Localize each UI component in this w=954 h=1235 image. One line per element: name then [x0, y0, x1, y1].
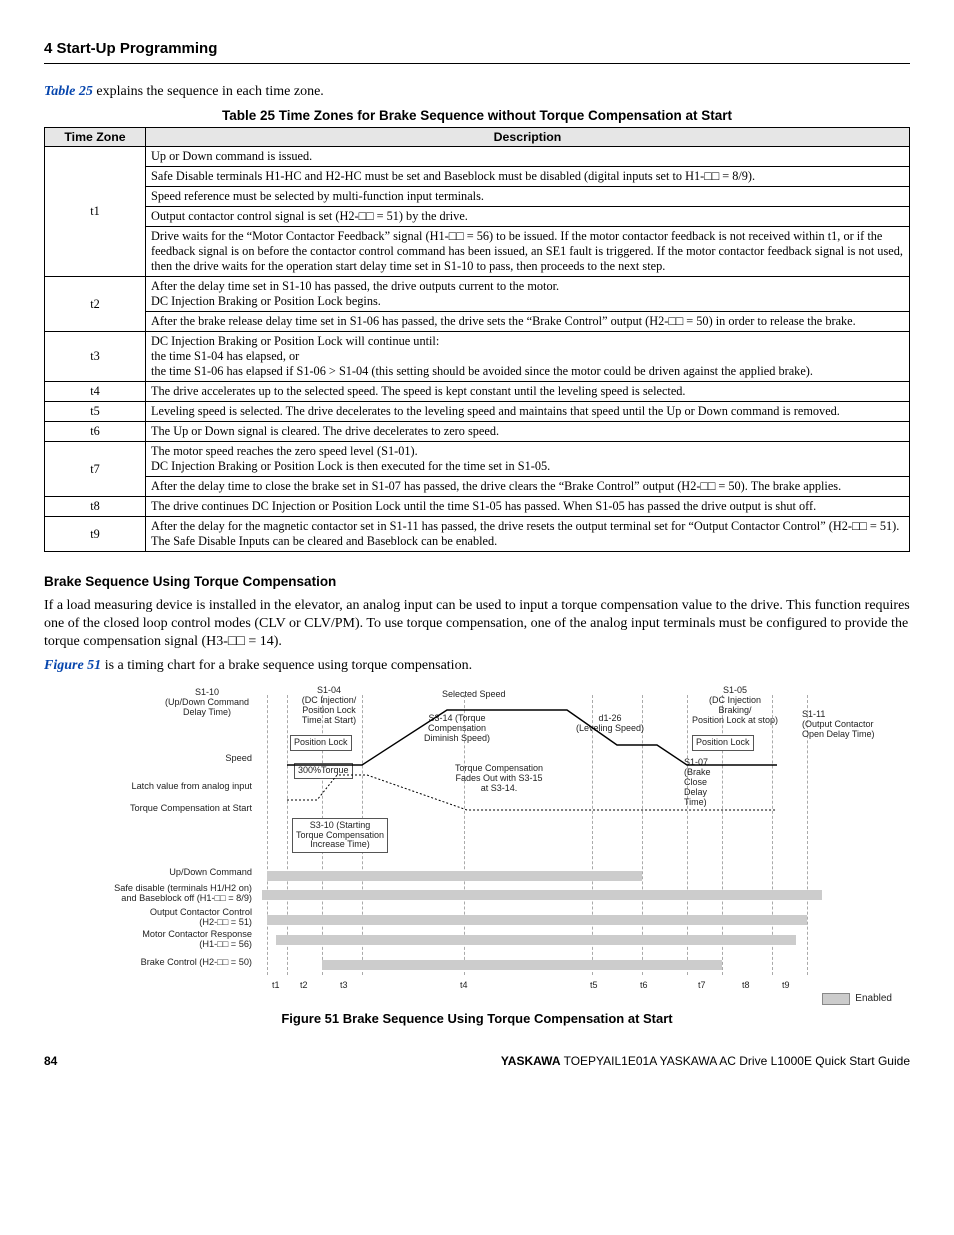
- link-table-25[interactable]: Table 25: [44, 84, 93, 99]
- cell: After the delay time to close the brake …: [146, 477, 910, 497]
- table-row: Drive waits for the “Motor Contactor Fee…: [45, 227, 910, 277]
- table-row: t3DC Injection Braking or Position Lock …: [45, 332, 910, 382]
- zone-t9: t9: [45, 517, 146, 552]
- page-footer: 84 YASKAWA TOEPYAIL1E01A YASKAWA AC Driv…: [44, 1054, 910, 1068]
- figure-51: S1-10 (Up/Down Command Delay Time) S1-04…: [44, 685, 910, 1026]
- zone-t8: t8: [45, 497, 146, 517]
- zone-t2: t2: [45, 277, 146, 332]
- table-row: After the brake release delay time set i…: [45, 312, 910, 332]
- cell: The drive accelerates up to the selected…: [146, 382, 910, 402]
- table-row: Speed reference must be selected by mult…: [45, 187, 910, 207]
- th-description: Description: [146, 128, 910, 147]
- time-zone-table: Time Zone Description t1Up or Down comma…: [44, 127, 910, 552]
- tick-t3: t3: [340, 980, 348, 990]
- fig-ref-text: is a timing chart for a brake sequence u…: [101, 658, 472, 673]
- zone-t3: t3: [45, 332, 146, 382]
- table-25-title: Table 25 Time Zones for Brake Sequence w…: [44, 108, 910, 123]
- tick-t4: t4: [460, 980, 468, 990]
- cell: Safe Disable terminals H1-HC and H2-HC m…: [146, 167, 910, 187]
- doc-id: YASKAWA TOEPYAIL1E01A YASKAWA AC Drive L…: [501, 1054, 910, 1068]
- tick-t8: t8: [742, 980, 750, 990]
- cell: Up or Down command is issued.: [146, 147, 910, 167]
- table-row: After the delay time to close the brake …: [45, 477, 910, 497]
- label-s1-10: S1-10 (Up/Down Command Delay Time): [162, 687, 252, 717]
- zone-t1: t1: [45, 147, 146, 277]
- row-label-brake-control: Brake Control (H2-□□ = 50): [62, 957, 252, 967]
- cell: After the brake release delay time set i…: [146, 312, 910, 332]
- cell: Drive waits for the “Motor Contactor Fee…: [146, 227, 910, 277]
- zone-t4: t4: [45, 382, 146, 402]
- zone-t7: t7: [45, 442, 146, 497]
- table-row: t1Up or Down command is issued.: [45, 147, 910, 167]
- zone-t5: t5: [45, 402, 146, 422]
- doc-brand: YASKAWA: [501, 1054, 561, 1068]
- link-figure-51[interactable]: Figure 51: [44, 658, 101, 673]
- cell: Speed reference must be selected by mult…: [146, 187, 910, 207]
- tick-t1: t1: [272, 980, 280, 990]
- row-label-output-contactor: Output Contactor Control (H2-□□ = 51): [62, 907, 252, 927]
- section-header: 4 Start-Up Programming: [44, 40, 910, 64]
- cell: After the delay for the magnetic contact…: [146, 517, 910, 552]
- table-row: Safe Disable terminals H1-HC and H2-HC m…: [45, 167, 910, 187]
- row-label-tcs: Torque Compensation at Start: [62, 803, 252, 813]
- cell: The Up or Down signal is cleared. The dr…: [146, 422, 910, 442]
- subheading-torque-comp: Brake Sequence Using Torque Compensation: [44, 574, 910, 589]
- page-number: 84: [44, 1054, 57, 1068]
- cell: The motor speed reaches the zero speed l…: [146, 442, 910, 477]
- tick-t2: t2: [300, 980, 308, 990]
- tick-t7: t7: [698, 980, 706, 990]
- table-row: t4The drive accelerates up to the select…: [45, 382, 910, 402]
- intro-table25: Table 25 explains the sequence in each t…: [44, 84, 910, 100]
- cell: Output contactor control signal is set (…: [146, 207, 910, 227]
- zone-t6: t6: [45, 422, 146, 442]
- row-label-updown: Up/Down Command: [62, 867, 252, 877]
- table-row: Output contactor control signal is set (…: [45, 207, 910, 227]
- legend-enabled-label: Enabled: [855, 993, 892, 1004]
- table-row: t6The Up or Down signal is cleared. The …: [45, 422, 910, 442]
- paragraph-torque-comp: If a load measuring device is installed …: [44, 597, 910, 651]
- paragraph-figure-ref: Figure 51 is a timing chart for a brake …: [44, 657, 910, 675]
- box-s3-10: S3-10 (Starting Torque Compensation Incr…: [292, 818, 388, 854]
- speed-curve: [257, 695, 817, 815]
- row-label-speed: Speed: [62, 753, 252, 763]
- tick-t6: t6: [640, 980, 648, 990]
- cell: DC Injection Braking or Position Lock wi…: [146, 332, 910, 382]
- table-row: t8The drive continues DC Injection or Po…: [45, 497, 910, 517]
- table-row: t2After the delay time set in S1-10 has …: [45, 277, 910, 312]
- table-row: t7The motor speed reaches the zero speed…: [45, 442, 910, 477]
- row-label-safe-disable: Safe disable (terminals H1/H2 on) and Ba…: [62, 883, 252, 903]
- intro-text: explains the sequence in each time zone.: [93, 84, 324, 99]
- tick-t9: t9: [782, 980, 790, 990]
- cell: Leveling speed is selected. The drive de…: [146, 402, 910, 422]
- cell: The drive continues DC Injection or Posi…: [146, 497, 910, 517]
- table-row: t5Leveling speed is selected. The drive …: [45, 402, 910, 422]
- row-label-motor-contactor: Motor Contactor Response (H1-□□ = 56): [62, 929, 252, 949]
- timing-diagram: S1-10 (Up/Down Command Delay Time) S1-04…: [62, 685, 892, 1005]
- tick-t5: t5: [590, 980, 598, 990]
- th-time-zone: Time Zone: [45, 128, 146, 147]
- row-label-latch: Latch value from analog input: [62, 781, 252, 791]
- cell: After the delay time set in S1-10 has pa…: [146, 277, 910, 312]
- legend-enabled: Enabled: [822, 993, 892, 1005]
- figure-51-caption: Figure 51 Brake Sequence Using Torque Co…: [44, 1011, 910, 1026]
- table-row: t9After the delay for the magnetic conta…: [45, 517, 910, 552]
- doc-rest: TOEPYAIL1E01A YASKAWA AC Drive L1000E Qu…: [560, 1054, 910, 1068]
